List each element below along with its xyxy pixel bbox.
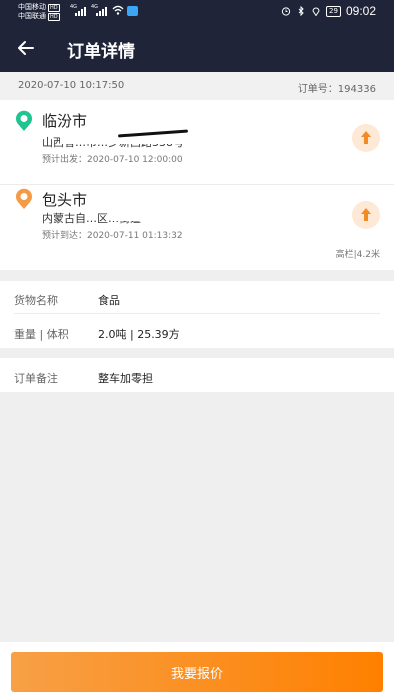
origin-schedule: 预计出发：2020-07-10 12:00:00 <box>42 155 183 165</box>
wifi-icon <box>112 5 124 15</box>
carrier-1-label: 中国移动 <box>18 3 46 11</box>
bottom-action-bar: 我要报价 <box>0 642 394 700</box>
carrier-2-label: 中国联通 <box>18 12 46 20</box>
goods-name-label: 货物名称 <box>14 294 58 307</box>
carrier-info: 中国移动 HD 中国联通 HD <box>18 3 60 21</box>
vehicle-spec: 高栏|4.2米 <box>335 250 380 260</box>
app-header: 订单详情 <box>0 24 394 72</box>
status-bar: 中国移动 HD 中国联通 HD 4G 4G 29 09:02 <box>0 0 394 24</box>
goods-card: 货物名称 食品 重量 | 体积 2.0吨 | 25.39方 <box>0 281 394 348</box>
destination-pin-icon <box>16 188 32 209</box>
quote-button[interactable]: 我要报价 <box>11 652 383 692</box>
signal-icon <box>96 5 107 16</box>
battery-icon: 29 <box>326 5 341 17</box>
app-notification-icon <box>127 6 138 16</box>
hd-badge: HD <box>48 12 60 21</box>
hd-badge: HD <box>48 3 60 12</box>
remark-value: 整车加零担 <box>98 372 153 385</box>
destination-schedule: 预计到达：2020-07-11 01:13:32 <box>42 231 183 241</box>
goods-weight-label: 重量 | 体积 <box>14 328 69 341</box>
route-card: 临汾市 山西省…市…乡新西路338号 预计出发：2020-07-10 12:00… <box>0 100 394 270</box>
clock-time: 09:02 <box>345 4 376 18</box>
origin-pin-icon <box>16 110 32 131</box>
goods-name-value: 食品 <box>98 294 120 307</box>
order-number: 订单号：194336 <box>297 84 376 95</box>
navigate-arrow-icon[interactable] <box>352 124 380 152</box>
remark-label: 订单备注 <box>14 372 58 385</box>
alarm-icon <box>281 7 291 16</box>
goods-name-row: 货物名称 食品 <box>14 281 380 314</box>
order-created-time: 2020-07-10 10:17:50 <box>18 80 125 91</box>
back-arrow-icon[interactable] <box>14 36 38 60</box>
order-remark-row: 订单备注 整车加零担 <box>0 358 394 392</box>
origin-city: 临汾市 <box>42 112 88 130</box>
signal-icon <box>75 5 86 16</box>
destination-city: 包头市 <box>42 191 88 209</box>
goods-weight-value: 2.0吨 | 25.39方 <box>98 328 180 341</box>
location-icon <box>312 7 320 16</box>
page-title: 订单详情 <box>67 42 135 62</box>
bluetooth-icon <box>298 6 304 16</box>
navigate-arrow-icon[interactable] <box>352 201 380 229</box>
destination-stop: 包头市 内蒙古自…区…街道 预计到达：2020-07-11 01:13:32 <box>0 184 394 241</box>
address-redaction <box>112 207 222 221</box>
order-info-bar: 2020-07-10 10:17:50 订单号：194336 <box>0 72 394 100</box>
goods-weight-row: 重量 | 体积 2.0吨 | 25.39方 <box>14 315 380 348</box>
